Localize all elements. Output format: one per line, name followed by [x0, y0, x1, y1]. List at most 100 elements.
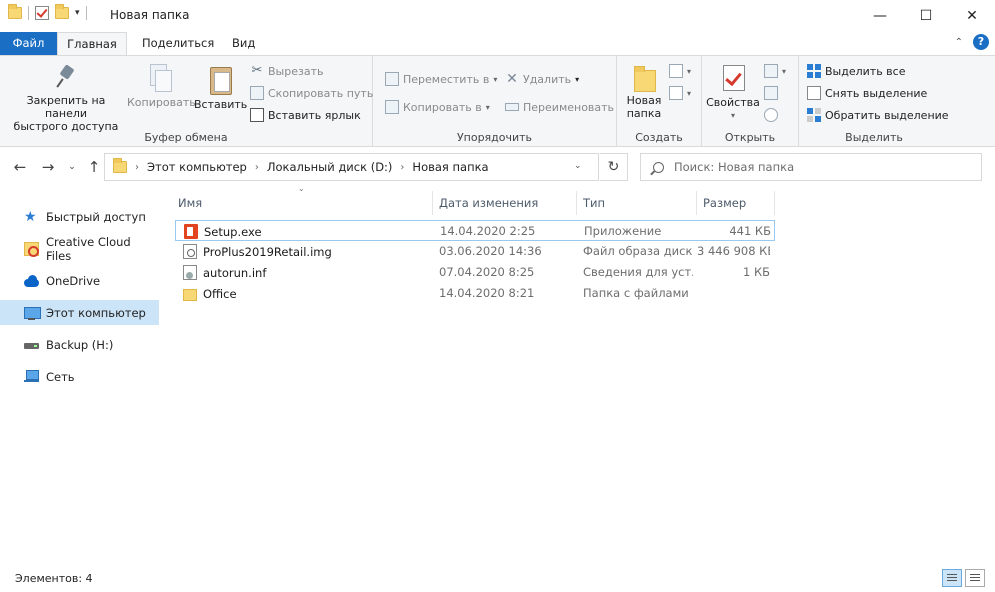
delete-button[interactable]: ✕ Удалить ▾	[505, 70, 579, 88]
select-none-button[interactable]: Снять выделение	[807, 84, 927, 102]
new-folder-button[interactable]: Новая папка	[623, 60, 665, 120]
column-header-type[interactable]: Тип	[577, 191, 697, 215]
folder-icon	[113, 158, 127, 173]
rename-label: Переименовать	[523, 100, 615, 114]
drive-icon	[24, 338, 39, 352]
large-icons-view-icon[interactable]	[965, 569, 985, 587]
sidebar-item-onedrive[interactable]: OneDrive	[0, 268, 159, 293]
copy-path-button[interactable]: Скопировать путь	[250, 84, 373, 102]
address-bar[interactable]: › Этот компьютер › Локальный диск (D:) ›…	[104, 153, 599, 181]
paste-button[interactable]: Вставить	[194, 60, 248, 111]
pin-to-quick-access-button[interactable]: Закрепить на панели быстрого доступа	[6, 60, 126, 133]
search-placeholder: Поиск: Новая папка	[674, 160, 795, 174]
group-open: Свойства ▾ ▾ Открыть	[702, 56, 799, 146]
navigation-pane: ★ Быстрый доступ Creative Cloud Files On…	[0, 187, 165, 557]
pin-icon	[53, 64, 79, 90]
copy-button[interactable]: Копировать	[127, 60, 196, 109]
collapse-ribbon-icon[interactable]: ⌃	[955, 37, 963, 48]
chevron-down-icon: ▾	[575, 74, 580, 84]
breadcrumb-drive-d[interactable]: Локальный диск (D:)	[267, 160, 393, 174]
breadcrumb-separator[interactable]: ›	[135, 162, 139, 173]
table-row[interactable]: autorun.inf 07.04.2020 8:25 Сведения для…	[175, 262, 775, 283]
sidebar-item-this-pc[interactable]: Этот компьютер	[0, 300, 159, 325]
column-header-date[interactable]: Дата изменения	[433, 191, 577, 215]
sidebar-item-backup[interactable]: Backup (H:)	[0, 332, 159, 357]
new-folder-icon	[632, 64, 656, 92]
select-all-button[interactable]: Выделить все	[807, 62, 905, 80]
tab-home[interactable]: Главная	[57, 32, 127, 55]
details-view-icon[interactable]	[942, 569, 962, 587]
sidebar-item-quick-access[interactable]: ★ Быстрый доступ	[0, 204, 159, 229]
rename-button[interactable]: Переименовать	[505, 98, 614, 116]
network-icon	[24, 369, 39, 384]
paste-shortcut-button[interactable]: Вставить ярлык	[250, 106, 361, 124]
pin-label-line1: Закрепить на панели	[26, 94, 106, 120]
history-button[interactable]	[764, 106, 778, 124]
tab-share[interactable]: Поделиться	[130, 32, 226, 55]
file-date: 14.04.2020 2:25	[440, 224, 536, 238]
group-label-clipboard: Буфер обмена	[144, 131, 228, 144]
breadcrumb-current-folder[interactable]: Новая папка	[412, 160, 488, 174]
ribbon: Закрепить на панели быстрого доступа Коп…	[0, 55, 995, 147]
column-header-size[interactable]: Размер	[697, 191, 775, 215]
properties-button[interactable]: Свойства ▾	[706, 60, 760, 122]
open-button[interactable]: ▾	[764, 62, 786, 80]
item-count: Элементов: 4	[15, 572, 93, 585]
column-header-name[interactable]: Имя	[172, 191, 433, 215]
new-folder-icon[interactable]	[55, 4, 69, 19]
maximize-button[interactable]: ☐	[903, 0, 949, 31]
new-folder-label-line1: Новая	[626, 94, 662, 107]
copy-to-button[interactable]: Копировать в ▾	[385, 98, 490, 116]
file-size: 441 КБ	[729, 224, 771, 238]
cut-label: Вырезать	[268, 64, 324, 78]
breadcrumb-separator[interactable]: ›	[400, 162, 404, 173]
properties-icon[interactable]	[35, 6, 49, 20]
breadcrumb-this-pc[interactable]: Этот компьютер	[147, 160, 247, 174]
search-input[interactable]: Поиск: Новая папка	[640, 153, 982, 181]
properties-label: Свойства	[706, 96, 760, 109]
edit-button[interactable]	[764, 84, 778, 102]
divider	[85, 6, 87, 20]
file-name: Setup.exe	[204, 224, 262, 239]
select-none-label: Снять выделение	[825, 86, 928, 100]
properties-icon	[721, 64, 745, 92]
file-size: 1 КБ	[742, 265, 770, 279]
address-history-chevron-icon[interactable]: ⌄	[574, 161, 582, 171]
copy-icon	[148, 64, 172, 92]
sidebar-item-label: Backup (H:)	[46, 337, 114, 352]
new-item-button[interactable]: ▾	[669, 62, 691, 80]
invert-selection-button[interactable]: Обратить выделение	[807, 106, 949, 124]
breadcrumb-separator[interactable]: ›	[255, 162, 259, 173]
cut-button[interactable]: ✂ Вырезать	[250, 62, 324, 80]
recent-locations-icon[interactable]: ⌄	[62, 162, 82, 172]
table-row[interactable]: ProPlus2019Retail.img 03.06.2020 14:36 Ф…	[175, 241, 775, 262]
forward-icon[interactable]: →	[38, 158, 58, 176]
file-type: Приложение	[584, 224, 662, 238]
table-row[interactable]: Office 14.04.2020 8:21 Папка с файлами	[175, 283, 775, 304]
sidebar-item-creative-cloud[interactable]: Creative Cloud Files	[0, 234, 159, 263]
up-icon[interactable]: ↑	[84, 158, 104, 176]
minimize-button[interactable]: —	[857, 0, 903, 31]
sidebar-item-label: Сеть	[46, 369, 75, 384]
shortcut-icon	[250, 108, 264, 122]
paste-label: Вставить	[194, 98, 248, 111]
quick-access-toolbar: ▾	[8, 4, 87, 20]
easy-access-button[interactable]: ▾	[669, 84, 691, 102]
table-row[interactable]: Setup.exe 14.04.2020 2:25 Приложение 441…	[175, 220, 775, 241]
move-to-button[interactable]: Переместить в ▾	[385, 70, 497, 88]
tab-file[interactable]: Файл	[0, 32, 57, 55]
help-icon[interactable]: ?	[973, 34, 989, 50]
chevron-down-icon: ▾	[687, 88, 692, 98]
customize-qat-chevron-icon[interactable]: ▾	[75, 8, 80, 18]
invert-selection-label: Обратить выделение	[825, 108, 949, 122]
window-title: Новая папка	[110, 8, 190, 22]
tab-view[interactable]: Вид	[220, 32, 267, 55]
sidebar-item-label: Creative Cloud Files	[46, 234, 131, 263]
group-select: Выделить все Снять выделение Обратить вы…	[799, 56, 949, 146]
settings-file-icon	[183, 265, 197, 280]
close-button[interactable]: ✕	[949, 0, 995, 31]
history-icon	[764, 108, 778, 122]
back-icon[interactable]: ←	[10, 158, 30, 176]
sidebar-item-network[interactable]: Сеть	[0, 364, 159, 389]
refresh-button[interactable]: ↻	[600, 153, 628, 181]
